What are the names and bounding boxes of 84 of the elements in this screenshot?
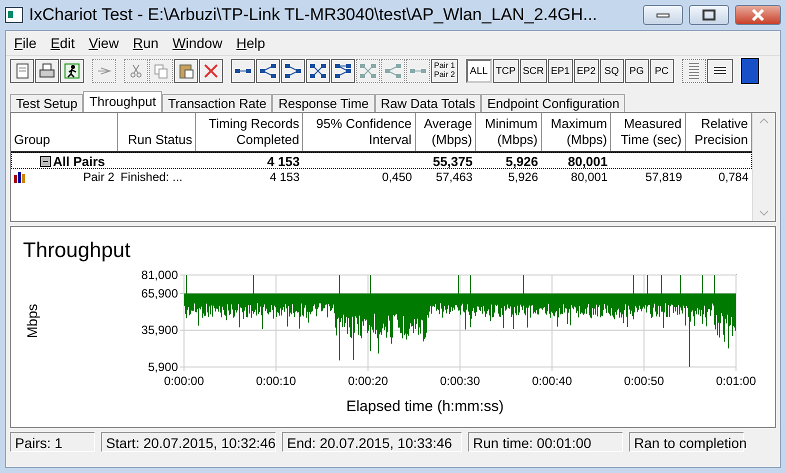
x-tick-label: 0:00:20: [348, 374, 388, 388]
menu-item[interactable]: Help: [230, 33, 272, 53]
column-header[interactable]: Measured Time (sec): [610, 113, 686, 152]
column-header[interactable]: Minimum (Mbps): [476, 113, 542, 152]
table-cell: All Pairs: [53, 154, 106, 168]
printer-icon[interactable]: [35, 59, 59, 83]
app-icon: [5, 7, 23, 23]
x-tick-label: 0:00:30: [440, 374, 480, 388]
x-tick-label: 0:01:00: [716, 374, 756, 388]
table-cell: 57,819: [645, 170, 682, 184]
filter-button[interactable]: EP1: [548, 59, 573, 83]
x-tick-label: 0:00:10: [256, 374, 296, 388]
status-field: End: 20.07.2015, 10:33:46: [282, 432, 462, 452]
tab[interactable]: Endpoint Configuration: [481, 94, 626, 112]
table-cell: Pair 2: [83, 170, 114, 184]
x-tick-label: 0:00:40: [532, 374, 572, 388]
column-header[interactable]: Run Status: [117, 113, 196, 152]
table-cell: 5,926: [508, 170, 538, 184]
chart-title: Throughput: [23, 239, 130, 262]
pair-icon[interactable]: [281, 59, 305, 83]
menu-item[interactable]: Window: [166, 33, 228, 53]
filter-button[interactable]: SCR: [520, 59, 547, 83]
bar-chart-icon: [14, 172, 26, 182]
table-cell: Finished: ...: [120, 170, 182, 184]
y-tick-label: 65,900: [141, 286, 178, 300]
tab[interactable]: Throughput: [83, 91, 162, 112]
window-title: IxChariot Test - E:\Arbuzi\TP-Link TL-MR3040\test\AP_Wlan_LAN_2.4GH...: [29, 5, 598, 25]
clipboard-icon[interactable]: [174, 59, 198, 83]
menu-item[interactable]: Run: [126, 33, 165, 53]
table-cell: 4 153: [267, 154, 300, 168]
table-cell: 57,463: [436, 170, 473, 184]
filter-button[interactable]: PG: [624, 59, 649, 83]
column-header[interactable]: Timing Records Completed: [196, 113, 303, 152]
filter-button[interactable]: ALL: [466, 59, 492, 83]
tab[interactable]: Transaction Rate: [162, 94, 272, 112]
menu-item[interactable]: View: [82, 33, 125, 53]
column-header[interactable]: Maximum (Mbps): [541, 113, 611, 152]
column-header[interactable]: Average (Mbps): [415, 113, 476, 152]
table-cell: 0,450: [382, 170, 412, 184]
menu-item[interactable]: Edit: [44, 33, 81, 53]
column-header[interactable]: 95% Confidence Interval: [302, 113, 416, 152]
list-icon[interactable]: [706, 59, 733, 83]
pair-icon[interactable]: [256, 59, 280, 83]
close-icon: [751, 9, 765, 21]
pair-icon[interactable]: [331, 59, 355, 83]
tab[interactable]: Test Setup: [10, 94, 84, 112]
status-field: Run time: 00:01:00: [468, 432, 623, 452]
pair-icon[interactable]: [231, 59, 255, 83]
collapse-toggle[interactable]: [40, 156, 51, 166]
table-cell: 80,001: [568, 154, 608, 168]
table-cell: 4 153: [270, 170, 300, 184]
status-field: Start: 20.07.2015, 10:32:46: [101, 432, 276, 452]
filter-button[interactable]: SQ: [600, 59, 624, 83]
runner-icon[interactable]: [60, 59, 84, 83]
x-tick-label: 0:00:00: [164, 374, 204, 388]
x-tick-label: 0:00:50: [624, 374, 664, 388]
status-field: Pairs: 1: [10, 432, 95, 452]
minimize-icon: [656, 12, 670, 18]
pair-icon[interactable]: [306, 59, 330, 83]
status-field: Ran to completion: [629, 432, 744, 452]
table-cell: 55,375: [432, 154, 473, 168]
filter-button[interactable]: PC: [650, 59, 674, 83]
document-icon[interactable]: [10, 59, 34, 83]
table-cell: 0,784: [718, 170, 748, 184]
scissors-icon[interactable]: [124, 59, 148, 83]
close-button[interactable]: [735, 5, 781, 25]
filter-button[interactable]: TCP: [492, 59, 519, 83]
menu-item[interactable]: File: [8, 33, 43, 53]
y-tick-label: 81,000: [141, 268, 178, 282]
table-cell: 5,926: [506, 154, 538, 168]
y-tick-label: 5,900: [148, 360, 178, 374]
y-tick-label: 35,900: [141, 323, 178, 338]
tab[interactable]: Raw Data Totals: [374, 94, 482, 112]
tab[interactable]: Response Time: [272, 94, 375, 112]
pair-toggle-button[interactable]: Pair 1 Pair 2: [431, 59, 458, 83]
table-cell: 80,001: [570, 170, 608, 184]
maximize-button[interactable]: [689, 5, 729, 25]
minimize-button[interactable]: [643, 5, 683, 25]
filter-button[interactable]: EP2: [574, 59, 599, 83]
maximize-icon: [702, 9, 716, 21]
column-header[interactable]: Group: [11, 113, 118, 152]
y-axis-label: Mbps: [24, 304, 40, 338]
x-axis-label: Elapsed time (h:mm:ss): [346, 398, 504, 415]
delete-icon[interactable]: [199, 59, 223, 83]
